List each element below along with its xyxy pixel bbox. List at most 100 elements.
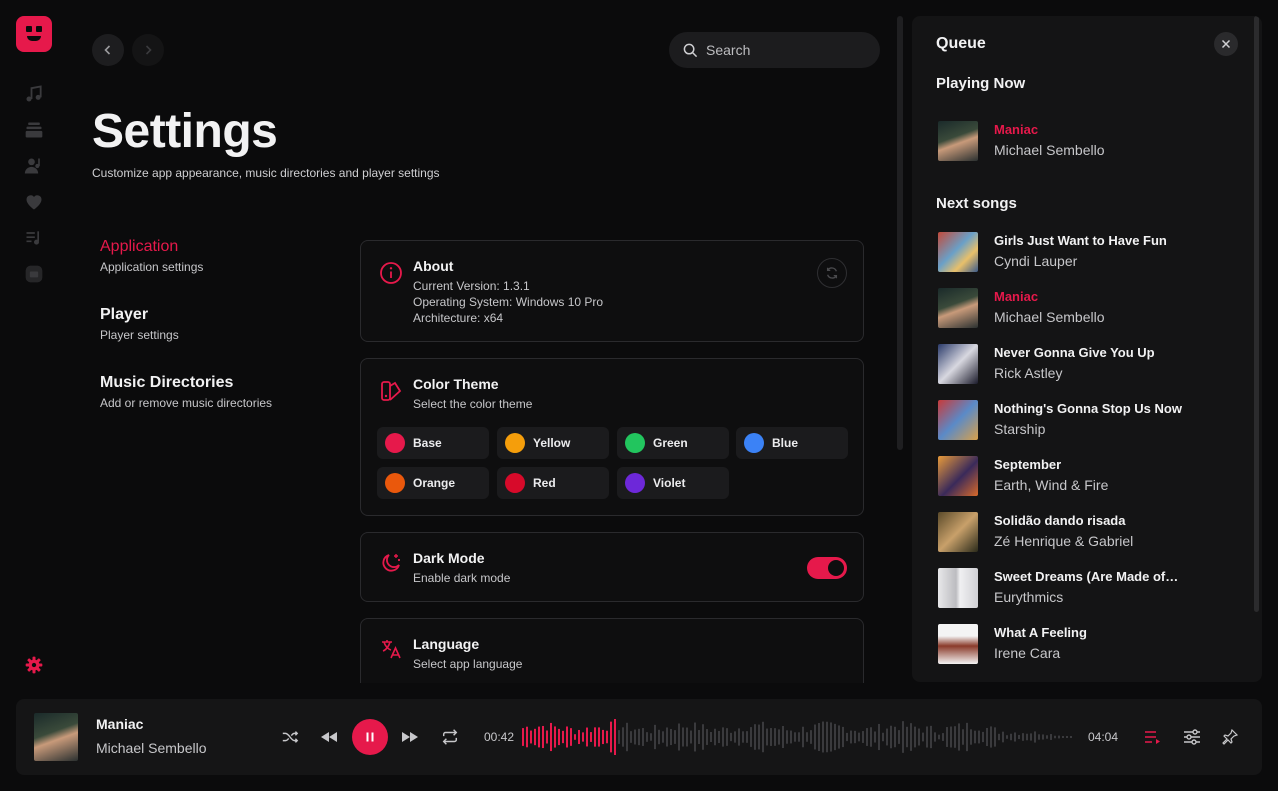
language-card[interactable]: Language Select app language [360,618,864,683]
waveform-bar [766,728,768,746]
queue-item[interactable]: Never Gonna Give You Up Rick Astley [938,344,1238,384]
heart-icon[interactable] [23,191,45,213]
artists-icon[interactable] [23,155,45,177]
rewind-icon [321,732,337,742]
waveform-bar [774,728,776,746]
search-input[interactable] [706,42,866,58]
check-update-button[interactable] [817,258,847,288]
waveform-bar [666,727,668,747]
theme-label: Orange [413,476,456,490]
queue-item[interactable]: Maniac Michael Sembello [938,288,1238,328]
section-title: Music Directories [100,374,234,391]
waveform-bar [786,730,788,744]
waveform-seekbar[interactable] [522,717,1074,757]
waveform-bar [902,721,904,753]
theme-base[interactable]: Base [377,427,489,459]
repeat-button[interactable] [436,723,464,751]
song-title: Never Gonna Give You Up [994,345,1155,360]
waveform-bar [810,730,812,744]
waveform-bar [710,731,712,743]
waveform-bar [1062,736,1064,738]
color-theme-card: Color Theme Select the color theme Base … [360,358,864,516]
waveform-bar [734,731,736,743]
queue-scrollbar[interactable] [1254,16,1259,612]
waveform-bar [1046,735,1048,739]
album-art [938,568,978,608]
waveform-bar [942,733,944,741]
album-art [938,512,978,552]
waveform-bar [898,730,900,744]
waveform-bar [750,727,752,747]
section-player[interactable]: Player Player settings [100,306,179,342]
waveform-bar [994,727,996,747]
section-music-directories[interactable]: Music Directories Add or remove music di… [100,374,272,410]
theme-green[interactable]: Green [617,427,729,459]
album-art [34,713,78,761]
equalizer-button[interactable] [1178,723,1206,751]
mini-player-button[interactable] [1216,723,1244,751]
theme-yellow[interactable]: Yellow [497,427,609,459]
theme-blue[interactable]: Blue [736,427,848,459]
section-desc: Player settings [100,328,179,342]
waveform-bar [638,728,640,746]
waveform-bar [1038,734,1040,740]
playlist-icon[interactable] [23,227,45,249]
previous-button[interactable] [315,723,343,751]
theme-orange[interactable]: Orange [377,467,489,499]
pause-button[interactable] [352,719,388,755]
theme-violet[interactable]: Violet [617,467,729,499]
album-art [938,288,978,328]
section-desc: Add or remove music directories [100,396,273,410]
song-artist: Earth, Wind & Fire [994,477,1109,493]
waveform-bar [1070,736,1072,738]
folder-icon[interactable] [23,263,45,285]
waveform-bar [778,729,780,745]
waveform-bar [930,725,932,749]
shuffle-button[interactable] [276,723,304,751]
waveform-bar [914,726,916,748]
forward-button[interactable] [132,34,164,66]
queue-item[interactable]: What A Feeling Irene Cara [938,624,1238,664]
queue-item[interactable]: Sweet Dreams (Are Made of… Eurythmics [938,568,1238,608]
song-title: Solidão dando risada [994,513,1126,528]
waveform-bar [838,725,840,749]
main-scrollbar[interactable] [897,16,903,450]
next-button[interactable] [396,723,424,751]
theme-label: Blue [772,436,799,450]
about-title: About [413,258,454,274]
queue-item[interactable]: Solidão dando risada Zé Henrique & Gabri… [938,512,1238,552]
waveform-bar [538,726,540,748]
waveform-bar [1066,736,1068,738]
queue-now-playing[interactable]: Maniac Michael Sembello [938,121,1238,161]
shuffle-icon [282,731,299,743]
waveform-bar [730,732,732,742]
queue-item[interactable]: Girls Just Want to Have Fun Cyndi Lauper [938,232,1238,272]
theme-red[interactable]: Red [497,467,609,499]
queue-item[interactable]: September Earth, Wind & Fire [938,456,1238,496]
waveform-bar [1042,734,1044,740]
waveform-bar [926,726,928,748]
music-note-icon[interactable] [23,83,45,105]
waveform-bar [946,727,948,747]
queue-toggle-button[interactable] [1139,723,1167,751]
albums-icon[interactable] [23,119,45,141]
waveform-bar [998,733,1000,741]
waveform-bar [678,723,680,751]
back-button[interactable] [92,34,124,66]
fast-forward-icon [402,732,418,742]
waveform-bar [610,721,612,753]
waveform-bar [922,732,924,742]
moon-icon [382,554,400,572]
search-bar[interactable] [669,32,880,68]
waveform-bar [986,727,988,747]
waveform-bar [906,726,908,748]
waveform-bar [682,727,684,747]
section-application[interactable]: Application Application settings [100,238,203,274]
gear-icon[interactable] [23,654,45,676]
waveform-bar [978,730,980,744]
waveform-bar [842,726,844,748]
search-icon [683,43,698,57]
queue-item[interactable]: Nothing's Gonna Stop Us Now Starship [938,400,1238,440]
dark-mode-toggle[interactable] [807,557,847,579]
close-queue-button[interactable] [1214,32,1238,56]
